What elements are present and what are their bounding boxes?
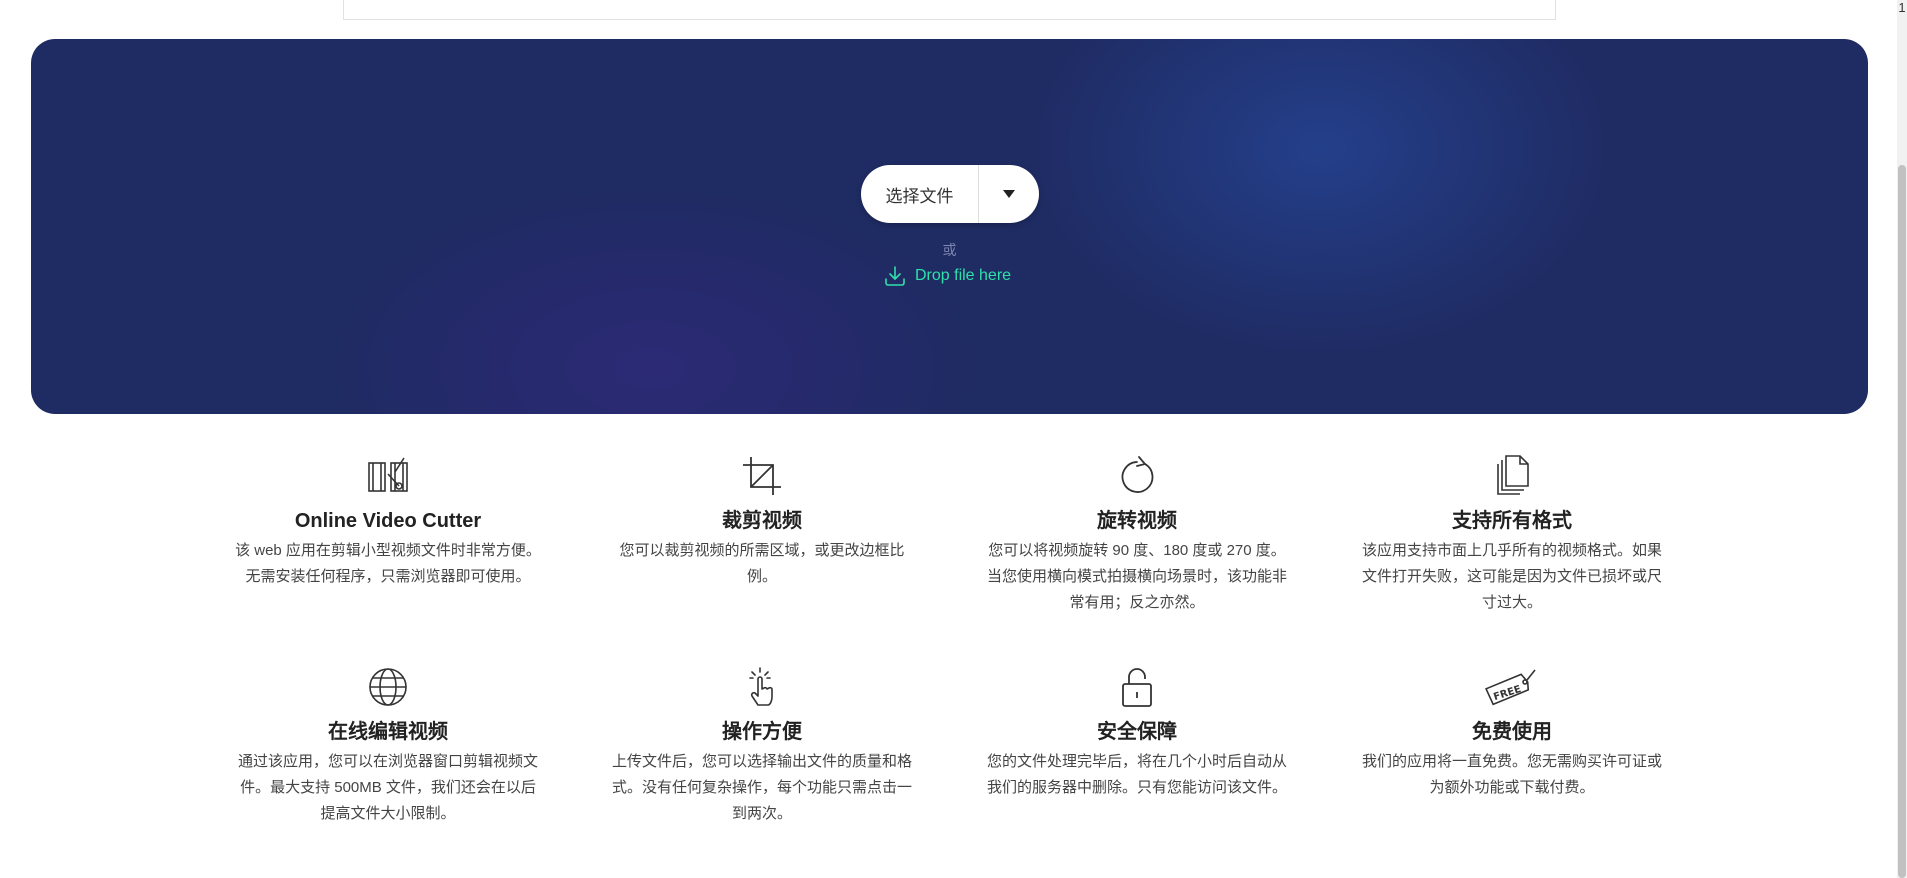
feature-title: 旋转视频	[1097, 510, 1177, 532]
drop-file-link[interactable]: Drop file here	[883, 263, 1011, 289]
drop-file-label: Drop file here	[915, 267, 1012, 284]
feature-online-video-cutter: Online Video Cutter 该 web 应用在剪辑小型视频文件时非常…	[228, 453, 548, 590]
feature-security: 安全保障 您的文件处理完毕后，将在几个小时后自动从我们的服务器中删除。只有您能访…	[977, 664, 1297, 801]
crop-icon	[743, 457, 781, 495]
feature-description: 我们的应用将一直免费。您无需购买许可证或为额外功能或下载付费。	[1361, 753, 1662, 796]
feature-description: 您可以裁剪视频的所需区域，或更改边框比例。	[619, 542, 905, 585]
scrollbar[interactable]	[1897, 0, 1907, 878]
feature-crop: 裁剪视频 您可以裁剪视频的所需区域，或更改边框比例。	[602, 453, 922, 590]
scrollbar-thumb[interactable]	[1898, 165, 1906, 878]
svg-text:FREE: FREE	[1492, 684, 1522, 703]
caret-down-icon	[1003, 190, 1015, 198]
feature-easy: 操作方便 上传文件后，您可以选择输出文件的质量和格式。没有任何复杂操作，每个功能…	[602, 664, 922, 827]
feature-description: 您的文件处理完毕后，将在几个小时后自动从我们的服务器中删除。只有您能访问该文件。	[986, 753, 1287, 796]
feature-title: 支持所有格式	[1452, 510, 1572, 532]
feature-rotate: 旋转视频 您可以将视频旋转 90 度、180 度或 270 度。当您使用横向模式…	[977, 453, 1297, 616]
padlock-icon	[1122, 668, 1152, 707]
feature-description: 该应用支持市面上几乎所有的视频格式。如果文件打开失败，这可能是因为文件已损坏或尺…	[1361, 542, 1662, 611]
feature-description: 您可以将视频旋转 90 度、180 度或 270 度。当您使用横向模式拍摄横向场…	[986, 542, 1287, 611]
feature-title: 裁剪视频	[722, 510, 802, 532]
free-tag-icon: FREE	[1484, 669, 1536, 706]
source-dropdown-button[interactable]	[979, 165, 1039, 223]
feature-title: 免费使用	[1472, 721, 1552, 743]
choose-file-group: 选择文件	[861, 165, 1039, 223]
top-content-box	[343, 0, 1556, 20]
choose-file-button[interactable]: 选择文件	[861, 165, 978, 223]
feature-online-edit: 在线编辑视频 通过该应用，您可以在浏览器窗口剪辑视频文件。最大支持 500MB …	[228, 664, 548, 827]
rotate-icon	[1121, 456, 1154, 493]
feature-formats: 支持所有格式 该应用支持市面上几乎所有的视频格式。如果文件打开失败，这可能是因为…	[1352, 453, 1672, 616]
feature-description: 通过该应用，您可以在浏览器窗口剪辑视频文件。最大支持 500MB 文件，我们还会…	[237, 753, 538, 822]
documents-icon	[1497, 455, 1529, 495]
corner-glyph: 1	[1898, 0, 1906, 15]
feature-title: 操作方便	[722, 721, 802, 743]
globe-icon	[369, 668, 407, 706]
film-cut-icon	[368, 457, 408, 492]
feature-description: 该 web 应用在剪辑小型视频文件时非常方便。无需安装任何程序，只需浏览器即可使…	[235, 542, 541, 585]
feature-free: FREE 免费使用 我们的应用将一直免费。您无需购买许可证或为额外功能或下载付费…	[1352, 664, 1672, 801]
feature-title: 安全保障	[1097, 721, 1177, 743]
download-icon	[885, 266, 905, 286]
or-label: 或	[942, 242, 957, 258]
pointer-hand-icon	[749, 667, 773, 706]
feature-title: 在线编辑视频	[328, 721, 448, 743]
upload-dropzone[interactable]: 选择文件 或 Drop file here	[31, 39, 1868, 414]
feature-description: 上传文件后，您可以选择输出文件的质量和格式。没有任何复杂操作，每个功能只需点击一…	[611, 753, 912, 822]
feature-title: Online Video Cutter	[294, 510, 482, 532]
